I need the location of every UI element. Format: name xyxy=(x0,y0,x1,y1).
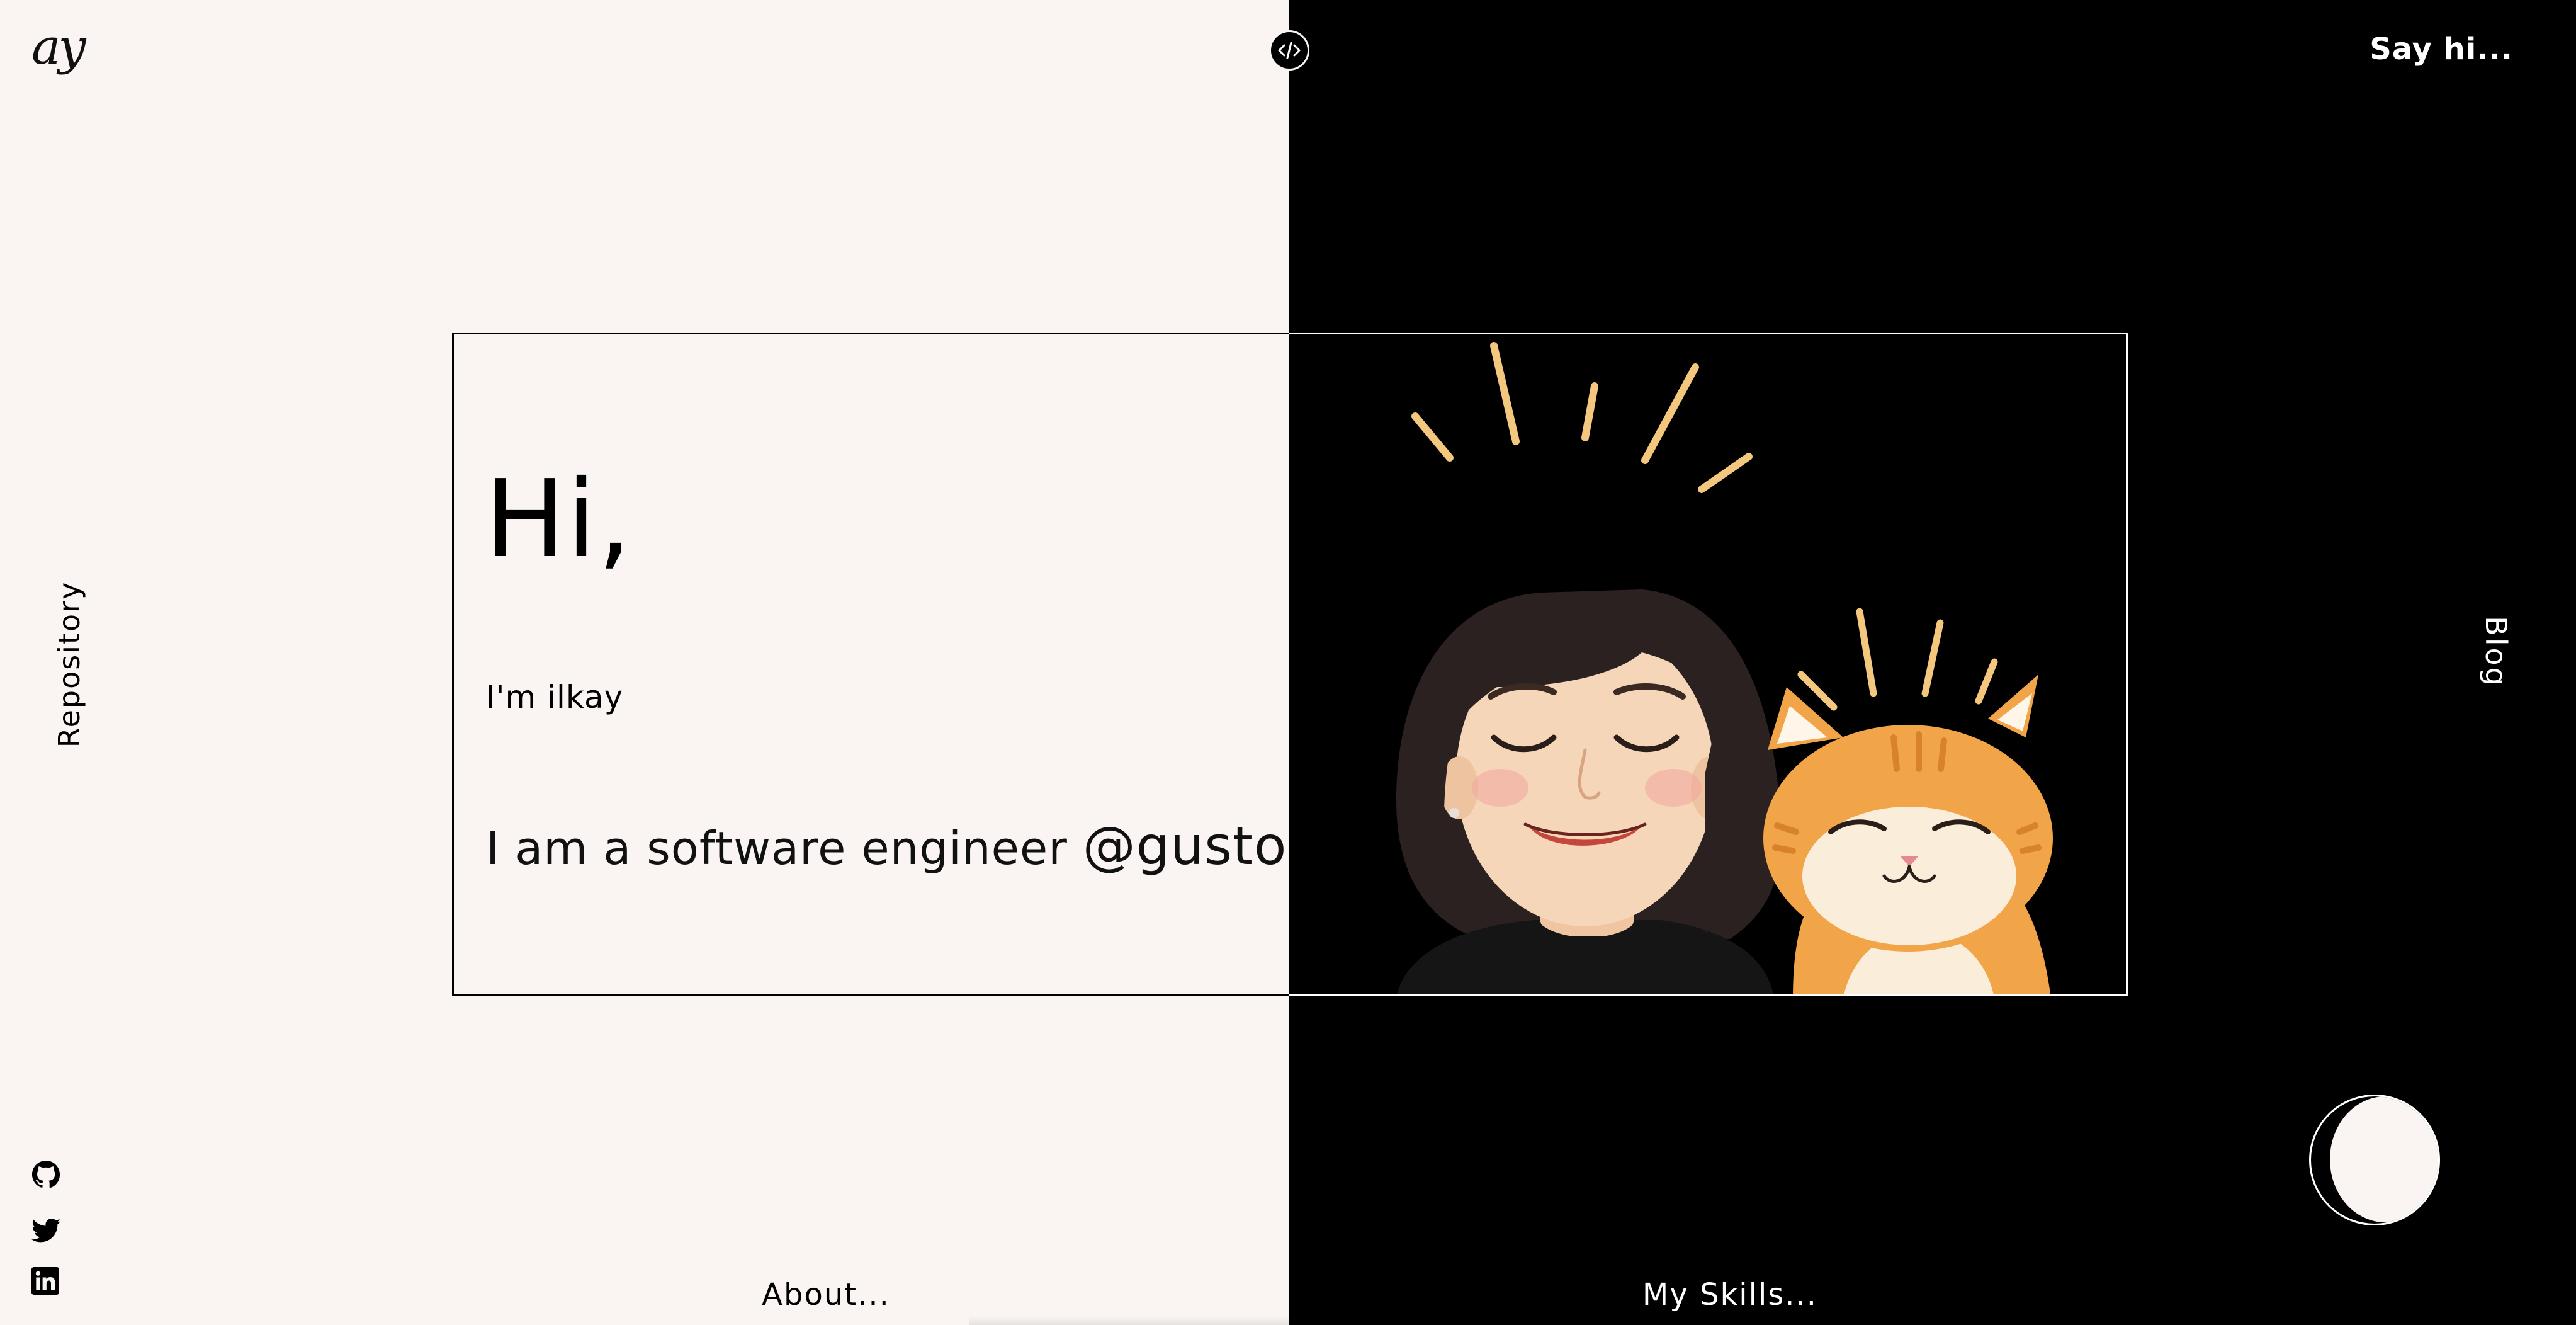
repository-link[interactable]: Repository xyxy=(52,581,86,748)
about-link[interactable]: About... xyxy=(762,1277,890,1312)
greeting-heading: Hi, xyxy=(485,457,633,582)
site-logo[interactable]: ay xyxy=(31,23,86,72)
moon-disc xyxy=(2330,1096,2438,1222)
github-icon[interactable] xyxy=(31,1160,60,1191)
avatar-illustration xyxy=(1396,342,2053,994)
twitter-icon[interactable] xyxy=(31,1218,60,1246)
divider-shadow xyxy=(969,1316,1289,1325)
intro-card-frame xyxy=(452,333,1289,996)
blog-link[interactable]: Blog xyxy=(2479,616,2513,688)
code-icon[interactable] xyxy=(1269,30,1309,71)
say-hi-link[interactable]: Say hi... xyxy=(2370,31,2513,67)
company-link[interactable]: @gusto xyxy=(1083,815,1287,877)
linkedin-icon[interactable] xyxy=(31,1267,59,1297)
moon-icon[interactable] xyxy=(2309,1095,2440,1225)
avatar-card-frame xyxy=(1289,333,2128,996)
page-root: ay Say hi... Repository Blog Hi, I'm ilk… xyxy=(0,0,2576,1325)
tagline: I am a software engineer @gusto xyxy=(486,815,1287,877)
skills-link[interactable]: My Skills... xyxy=(1642,1277,1817,1312)
intro-text: I'm ilkay xyxy=(486,679,624,715)
tagline-prefix: I am a software engineer xyxy=(486,822,1083,875)
